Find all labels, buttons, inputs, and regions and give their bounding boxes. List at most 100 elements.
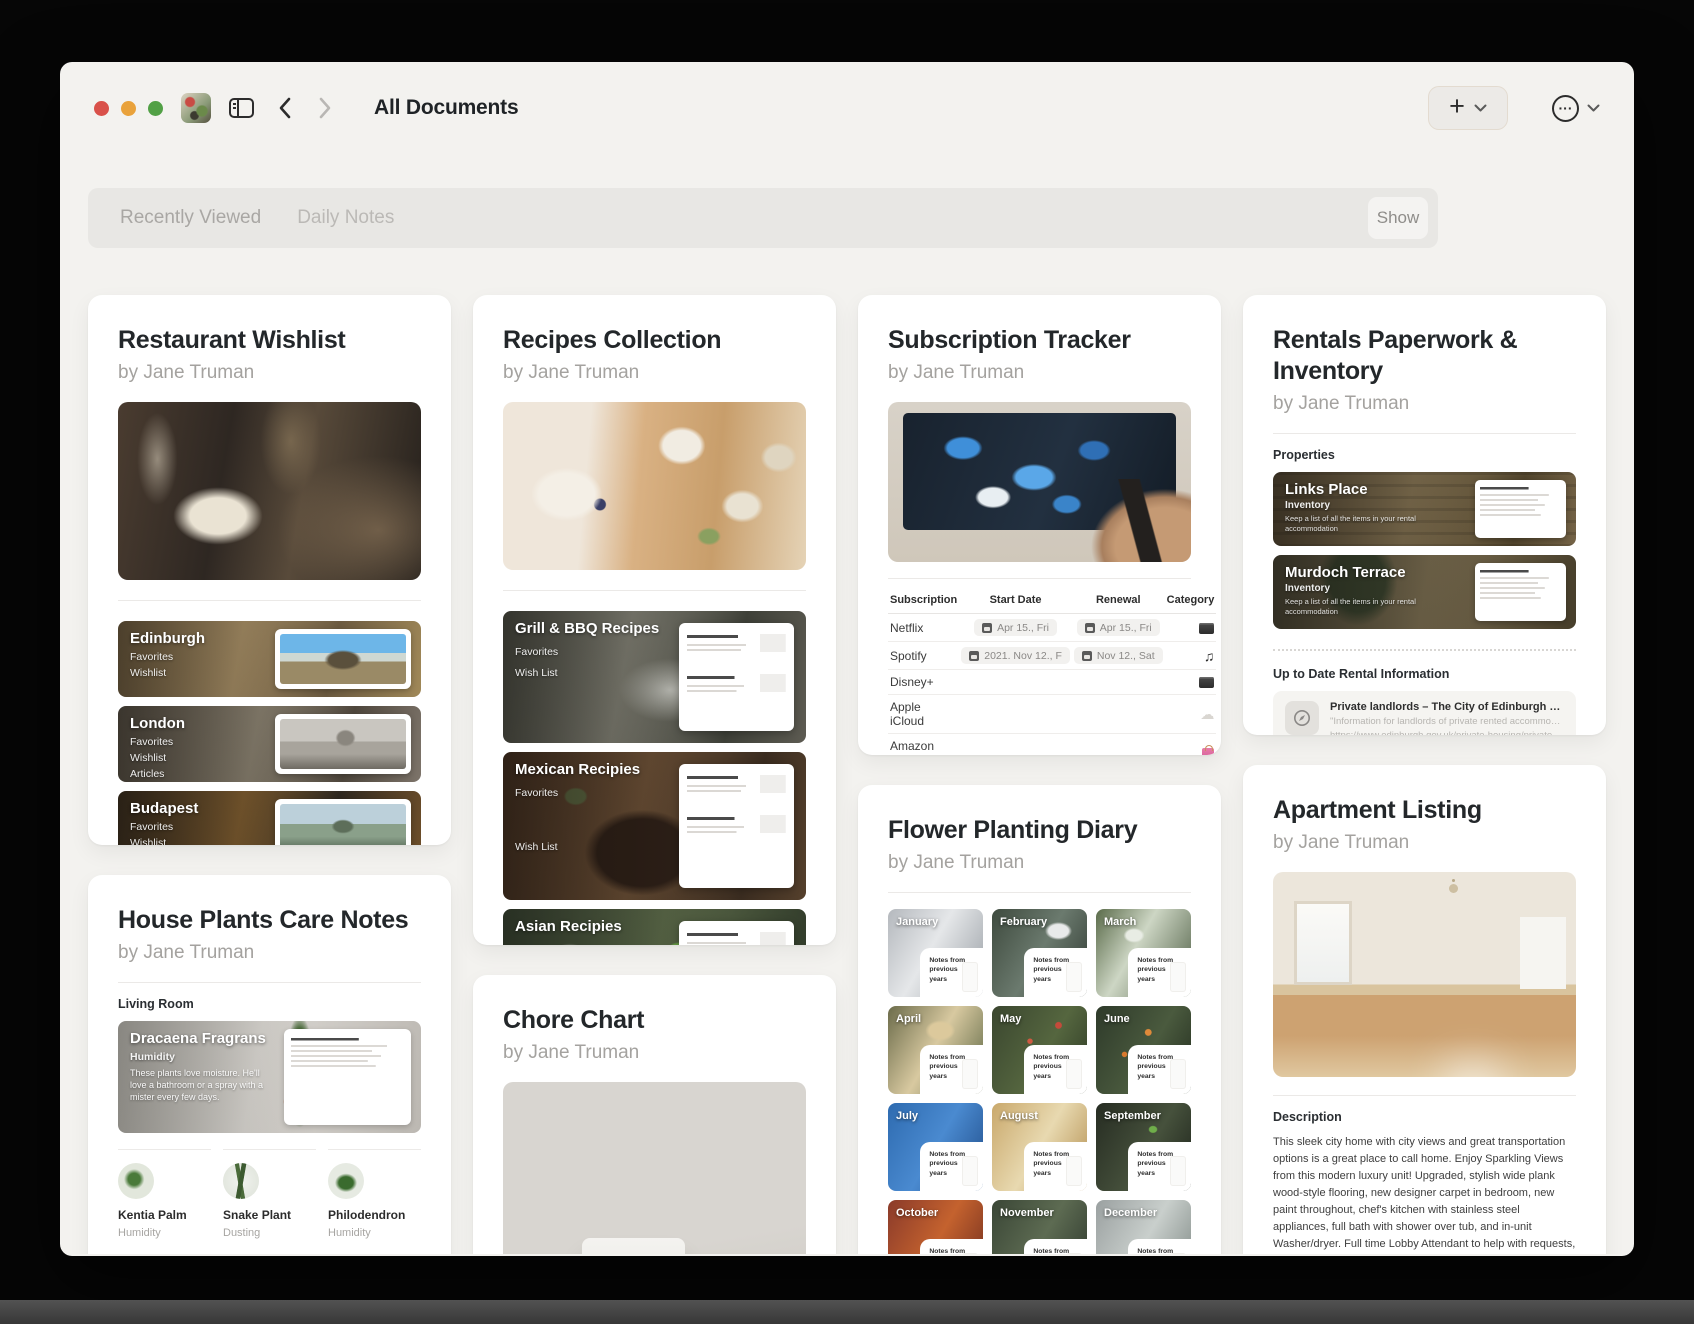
apartment-hero-image xyxy=(1273,872,1576,1077)
chevron-right-icon xyxy=(319,97,332,119)
subpage-links-place[interactable]: Links Place Inventory Keep a list of all… xyxy=(1273,472,1576,546)
month-tile-january[interactable]: January Notes from previous years xyxy=(888,909,983,997)
month-tile-october[interactable]: October Notes from previous years xyxy=(888,1200,983,1254)
subpage-asian-recipies[interactable]: Asian Recipies Favorites Wish List xyxy=(503,909,806,945)
subpage-murdoch-terrace[interactable]: Murdoch Terrace Inventory Keep a list of… xyxy=(1273,555,1576,629)
date-text: Apr 15., Fri xyxy=(997,622,1049,634)
zoom-button[interactable] xyxy=(148,101,163,116)
chevron-down-icon xyxy=(1587,104,1600,112)
edinburgh-photo xyxy=(280,634,406,684)
london-photo xyxy=(280,719,406,769)
show-button[interactable]: Show xyxy=(1368,197,1428,239)
month-tile-may[interactable]: May Notes from previous years xyxy=(992,1006,1087,1094)
text-skeleton xyxy=(687,930,786,945)
document-card-subscription-tracker[interactable]: Subscription Tracker by Jane Truman Subs… xyxy=(858,295,1221,755)
compass-icon xyxy=(1285,701,1319,735)
document-card-recipes-collection[interactable]: Recipes Collection by Jane Truman Grill … xyxy=(473,295,836,945)
month-tile-november[interactable]: November Notes from previous years xyxy=(992,1200,1087,1254)
filter-bar: Recently Viewed Daily Notes Show xyxy=(88,188,1438,248)
forward-button[interactable] xyxy=(319,97,332,119)
minimize-button[interactable] xyxy=(121,101,136,116)
month-label: July xyxy=(896,1110,918,1122)
document-card-flower-planting-diary[interactable]: Flower Planting Diary by Jane Truman Jan… xyxy=(858,785,1221,1254)
table-row-apple-icloud[interactable]: Apple iCloud xyxy=(888,695,1216,734)
month-tile-june[interactable]: June Notes from previous years xyxy=(1096,1006,1191,1094)
plus-icon: + xyxy=(1449,93,1465,120)
link-text: Private landlords – The City of Edinburg… xyxy=(1330,701,1564,735)
subpage-grill-bbq-recipes[interactable]: Grill & BBQ Recipes Favorites Wish List xyxy=(503,611,806,743)
month-tile-december[interactable]: December Notes from previous years xyxy=(1096,1200,1191,1254)
month-tile-april[interactable]: April Notes from previous years xyxy=(888,1006,983,1094)
document-card-rentals-paperwork[interactable]: Rentals Paperwork & Inventory by Jane Tr… xyxy=(1243,295,1606,735)
month-notes-preview: Notes from previous years xyxy=(920,1045,983,1094)
plant-property: Humidity xyxy=(118,1227,211,1239)
subpage-line: Favorites xyxy=(130,651,283,663)
subscription-name: Amazon Prime xyxy=(888,734,959,756)
text-skeleton xyxy=(687,632,786,722)
document-card-apartment-listing[interactable]: Apartment Listing by Jane Truman Descrip… xyxy=(1243,765,1606,1254)
close-button[interactable] xyxy=(94,101,109,116)
subpage-budapest[interactable]: Budapest Favorites Wishlist Articles xyxy=(118,791,421,845)
table-row-amazon-prime[interactable]: Amazon Prime xyxy=(888,734,1216,756)
document-card-house-plants[interactable]: House Plants Care Notes by Jane Truman L… xyxy=(88,875,451,1254)
table-header-row: Subscription Start Date Renewal Category xyxy=(888,589,1216,614)
document-title: Flower Planting Diary xyxy=(888,815,1191,846)
more-options-button[interactable]: ··· xyxy=(1552,95,1600,122)
section-heading: Living Room xyxy=(118,997,421,1011)
month-label: April xyxy=(896,1013,921,1025)
month-notes-preview: Notes from previous years xyxy=(1024,948,1087,997)
table-row-disney[interactable]: Disney+ xyxy=(888,670,1216,695)
month-tile-september[interactable]: September Notes from previous years xyxy=(1096,1103,1191,1191)
tab-daily-notes[interactable]: Daily Notes xyxy=(297,207,394,229)
category-tv-icon xyxy=(1199,623,1214,634)
tab-recently-viewed[interactable]: Recently Viewed xyxy=(120,207,261,229)
page-thumbnail xyxy=(1170,1156,1186,1186)
category-cloud-icon xyxy=(1200,706,1214,723)
calendar-icon xyxy=(1085,623,1095,633)
document-title: Apartment Listing xyxy=(1273,795,1576,826)
chevron-down-icon xyxy=(1474,104,1487,112)
table-row-netflix[interactable]: Netflix Apr 15., Fri Apr 15., Fri xyxy=(888,614,1216,642)
subpage-subtitle: Inventory xyxy=(1285,500,1438,511)
table-row-spotify[interactable]: Spotify 2021. Nov 12., F Nov 12., Sat xyxy=(888,642,1216,670)
month-notes-preview: Notes from previous years xyxy=(920,948,983,997)
month-tile-july[interactable]: July Notes from previous years xyxy=(888,1103,983,1191)
date-text: Nov 12., Sat xyxy=(1097,650,1155,662)
month-label: June xyxy=(1104,1013,1130,1025)
month-tile-august[interactable]: August Notes from previous years xyxy=(992,1103,1087,1191)
sidebar-icon xyxy=(229,98,254,118)
new-document-button[interactable]: + xyxy=(1428,86,1508,130)
document-title: Restaurant Wishlist xyxy=(118,325,421,356)
calendar-icon xyxy=(1082,651,1092,661)
subpage-mexican-recipies[interactable]: Mexican Recipies Favorites Wish List xyxy=(503,752,806,900)
link-preview-edinburgh-council[interactable]: Private landlords – The City of Edinburg… xyxy=(1273,691,1576,735)
month-notes-preview: Notes from previous years xyxy=(1024,1142,1087,1191)
listing-description: This sleek city home with city views and… xyxy=(1273,1134,1576,1254)
plant-item-philodendron[interactable]: Philodendron Humidity xyxy=(328,1149,421,1239)
page-thumbnail xyxy=(1170,1253,1186,1254)
month-tile-february[interactable]: February Notes from previous years xyxy=(992,909,1087,997)
subpage-london[interactable]: London Favorites Wishlist Articles xyxy=(118,706,421,782)
month-notes-preview: Notes from previous years xyxy=(1128,1239,1191,1254)
month-label: January xyxy=(896,916,938,928)
month-label: October xyxy=(896,1207,938,1219)
document-title: Rentals Paperwork & Inventory xyxy=(1273,325,1576,387)
subpage-dracaena-fragrans[interactable]: Dracaena Fragrans Humidity These plants … xyxy=(118,1021,421,1133)
subscription-hero-image xyxy=(888,402,1191,562)
sidebar-toggle-button[interactable] xyxy=(229,98,254,118)
app-icon[interactable] xyxy=(181,93,211,123)
subpage-line: Articles xyxy=(130,768,283,780)
window-controls xyxy=(94,101,163,116)
month-tile-march[interactable]: March Notes from previous years xyxy=(1096,909,1191,997)
subscription-name: Disney+ xyxy=(888,670,959,695)
document-card-chore-chart[interactable]: Chore Chart by Jane Truman xyxy=(473,975,836,1254)
plant-item-snake-plant[interactable]: Snake Plant Dusting xyxy=(223,1149,316,1239)
plant-item-kentia-palm[interactable]: Kentia Palm Humidity xyxy=(118,1149,211,1239)
subpage-line: Wishlist xyxy=(130,667,283,679)
text-skeleton xyxy=(1480,485,1561,533)
document-card-restaurant-wishlist[interactable]: Restaurant Wishlist by Jane Truman Edinb… xyxy=(88,295,451,845)
back-button[interactable] xyxy=(278,97,291,119)
subpage-edinburgh[interactable]: Edinburgh Favorites Wishlist xyxy=(118,621,421,697)
page-thumbnail xyxy=(1170,962,1186,992)
toolbar-actions: + ··· xyxy=(1428,86,1600,130)
